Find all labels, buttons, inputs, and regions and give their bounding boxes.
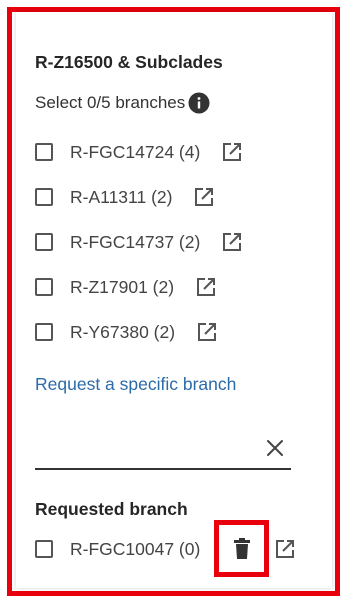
requested-branch-heading: Requested branch (35, 499, 188, 519)
panel-title: R-Z16500 & Subclades (35, 52, 223, 72)
branch-row: R-FGC14724 (4) (35, 139, 244, 165)
branch-checkbox[interactable] (35, 323, 53, 341)
branch-row: R-Z17901 (2) (35, 274, 218, 300)
open-in-new-icon[interactable] (220, 230, 244, 254)
open-in-new-icon[interactable] (195, 320, 219, 344)
branch-label: R-Z17901 (2) (70, 276, 175, 297)
trash-icon (231, 537, 253, 561)
request-branch-link[interactable]: Request a specific branch (35, 374, 236, 395)
select-count-text: Select 0/5 branches (35, 93, 186, 112)
branch-label: R-Y67380 (2) (70, 321, 176, 342)
branch-search-input[interactable] (35, 434, 259, 466)
branch-checkbox[interactable] (35, 278, 53, 296)
delete-requested-branch-button[interactable] (214, 520, 269, 577)
branch-label: R-FGC14724 (4) (70, 141, 201, 162)
requested-branch-label: R-FGC10047 (0) (70, 538, 201, 559)
requested-branch-row: R-FGC10047 (0) (35, 536, 200, 562)
open-in-new-icon[interactable] (192, 185, 216, 209)
requested-branch-checkbox[interactable] (35, 540, 53, 558)
select-count-row: Select 0/5 branches (35, 92, 211, 114)
branch-checkbox[interactable] (35, 188, 53, 206)
open-in-new-icon[interactable] (194, 275, 218, 299)
close-icon[interactable] (263, 436, 287, 460)
branch-row: R-A11311 (2) (35, 184, 216, 210)
info-icon[interactable] (187, 91, 211, 115)
branch-label: R-A11311 (2) (70, 186, 173, 207)
branch-row: R-Y67380 (2) (35, 319, 219, 345)
branch-row: R-FGC14737 (2) (35, 229, 244, 255)
branch-label: R-FGC14737 (2) (70, 231, 201, 252)
branch-search-field (35, 430, 291, 470)
open-in-new-icon[interactable] (220, 140, 244, 164)
branch-checkbox[interactable] (35, 143, 53, 161)
branch-checkbox[interactable] (35, 233, 53, 251)
open-in-new-icon[interactable] (273, 537, 297, 561)
